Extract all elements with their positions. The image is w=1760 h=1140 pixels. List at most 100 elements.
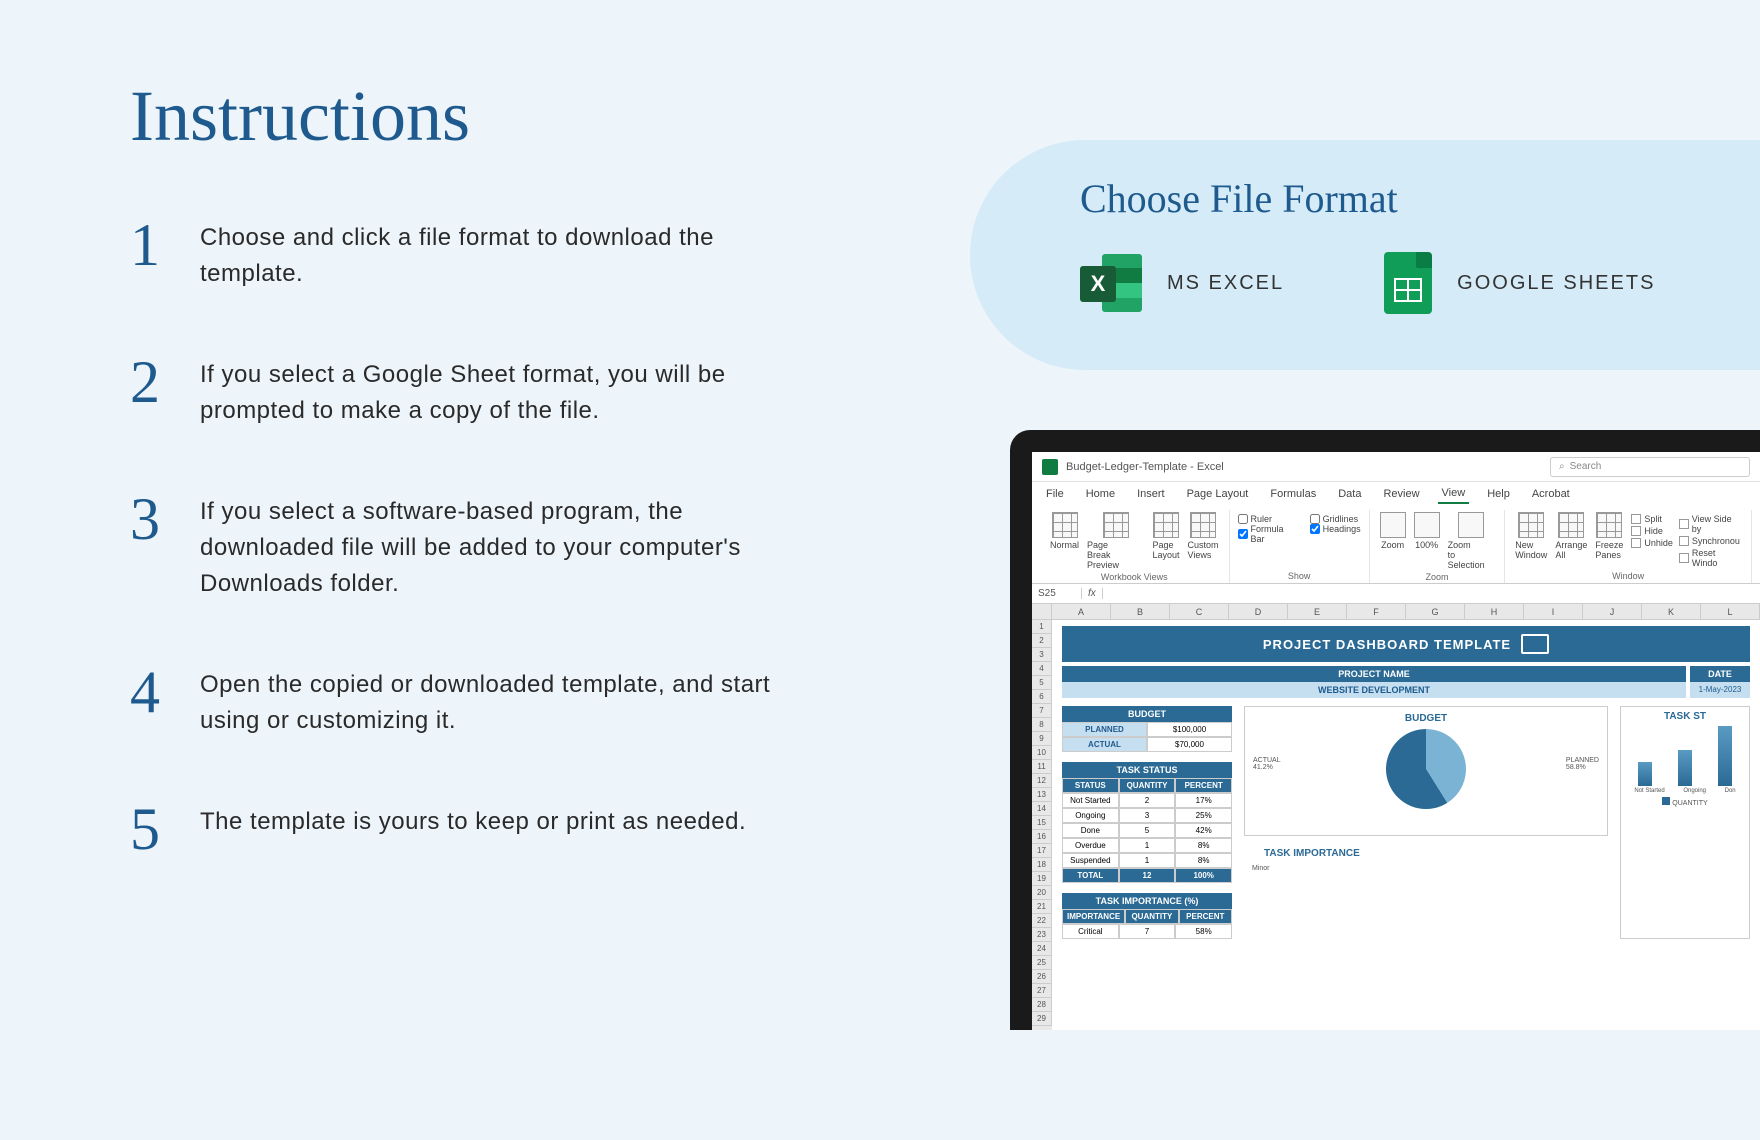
row-number[interactable]: 22: [1032, 914, 1052, 928]
ribbon-btn-freeze-panes[interactable]: FreezePanes: [1593, 510, 1625, 568]
search-box[interactable]: ⌕ Search: [1550, 457, 1750, 477]
row-number[interactable]: 15: [1032, 816, 1052, 830]
row-number[interactable]: 25: [1032, 956, 1052, 970]
row-number[interactable]: 20: [1032, 886, 1052, 900]
col-header[interactable]: B: [1111, 604, 1170, 620]
row-number[interactable]: 27: [1032, 984, 1052, 998]
menu-formulas[interactable]: Formulas: [1266, 485, 1320, 503]
row-number[interactable]: 12: [1032, 774, 1052, 788]
menu-help[interactable]: Help: [1483, 485, 1514, 503]
window-side[interactable]: Reset Windo: [1679, 548, 1743, 568]
menu-acrobat[interactable]: Acrobat: [1528, 485, 1574, 503]
format-option-excel[interactable]: X MS EXCEL: [1080, 252, 1284, 314]
window-extra-unhide[interactable]: Unhide: [1631, 538, 1673, 548]
col-header[interactable]: L: [1701, 604, 1760, 620]
check-formula-bar[interactable]: Formula Bar: [1238, 524, 1300, 544]
col-header[interactable]: I: [1524, 604, 1583, 620]
row-number[interactable]: 7: [1032, 704, 1052, 718]
row-number[interactable]: 6: [1032, 690, 1052, 704]
col-header[interactable]: F: [1347, 604, 1406, 620]
window-extra-split[interactable]: Split: [1631, 514, 1673, 524]
row-number[interactable]: 8: [1032, 718, 1052, 732]
col-header[interactable]: K: [1642, 604, 1701, 620]
row-number[interactable]: 18: [1032, 858, 1052, 872]
instruction-item: 1 Choose and click a file format to down…: [130, 220, 810, 292]
ribbon-group-window: NewWindowArrangeAllFreezePanes Split Hid…: [1505, 510, 1752, 583]
formula-bar: S25 fx: [1032, 584, 1760, 604]
window-side[interactable]: Synchronou: [1679, 536, 1743, 546]
ribbon-btn-page-layout[interactable]: PageLayout: [1150, 510, 1181, 572]
menu-page-layout[interactable]: Page Layout: [1183, 485, 1253, 503]
row-number[interactable]: 2: [1032, 634, 1052, 648]
grid-icon: [1190, 512, 1216, 538]
check-headings[interactable]: Headings: [1310, 524, 1361, 534]
col-header[interactable]: C: [1170, 604, 1229, 620]
date-header: DATE: [1690, 666, 1750, 682]
col-header[interactable]: A: [1052, 604, 1111, 620]
page-title: Instructions: [130, 75, 470, 158]
row-number[interactable]: 1: [1032, 620, 1052, 634]
budget-table: BUDGET PLANNED$100,000ACTUAL$70,000: [1062, 706, 1232, 752]
row-number[interactable]: 4: [1032, 662, 1052, 676]
row-number[interactable]: 3: [1032, 648, 1052, 662]
row-number[interactable]: 9: [1032, 732, 1052, 746]
ribbon-label-window: Window: [1612, 571, 1644, 583]
row-number[interactable]: 16: [1032, 830, 1052, 844]
row-number[interactable]: 17: [1032, 844, 1052, 858]
task-importance-chart-title: TASK IMPORTANCE: [1244, 848, 1608, 859]
project-name-value: WEBSITE DEVELOPMENT: [1062, 682, 1686, 698]
check-ruler[interactable]: Ruler: [1238, 514, 1300, 524]
cell-reference[interactable]: S25: [1032, 588, 1082, 599]
row-number[interactable]: 10: [1032, 746, 1052, 760]
check-gridlines[interactable]: Gridlines: [1310, 514, 1361, 524]
row-number[interactable]: 24: [1032, 942, 1052, 956]
file-format-panel: Choose File Format X MS EXCEL GOOGLE SHE…: [970, 140, 1760, 370]
format-label-sheets: GOOGLE SHEETS: [1457, 272, 1655, 295]
col-header[interactable]: H: [1465, 604, 1524, 620]
table-row: Done542%: [1062, 823, 1232, 838]
window-side[interactable]: View Side by: [1679, 514, 1743, 534]
row-number[interactable]: 11: [1032, 760, 1052, 774]
row-number[interactable]: 26: [1032, 970, 1052, 984]
menu-view[interactable]: View: [1438, 484, 1470, 504]
col-header[interactable]: E: [1288, 604, 1347, 620]
instruction-item: 5 The template is yours to keep or print…: [130, 804, 810, 859]
ribbon-btn-normal[interactable]: Normal: [1048, 510, 1081, 572]
ribbon-btn-new-window[interactable]: NewWindow: [1513, 510, 1549, 568]
row-number[interactable]: 21: [1032, 900, 1052, 914]
format-option-sheets[interactable]: GOOGLE SHEETS: [1384, 252, 1655, 314]
row-number[interactable]: 23: [1032, 928, 1052, 942]
menu-review[interactable]: Review: [1379, 485, 1423, 503]
table-row: ACTUAL$70,000: [1062, 737, 1232, 752]
row-number[interactable]: 29: [1032, 1012, 1052, 1026]
ribbon-btn-zoom[interactable]: Zoom: [1378, 510, 1408, 572]
bars: [1625, 726, 1745, 786]
format-options: X MS EXCEL GOOGLE SHEETS: [1080, 252, 1710, 314]
ribbon-btn-zoom-to-selection[interactable]: Zoomto Selection: [1446, 510, 1497, 572]
menu-home[interactable]: Home: [1082, 485, 1119, 503]
instruction-text: The template is yours to keep or print a…: [200, 804, 746, 840]
task-importance-table: TASK IMPORTANCE (%) IMPORTANCEQUANTITYPE…: [1062, 893, 1232, 939]
table-row: Critical758%: [1062, 924, 1232, 939]
row-number[interactable]: 5: [1032, 676, 1052, 690]
col-header[interactable]: D: [1229, 604, 1288, 620]
row-number[interactable]: 13: [1032, 788, 1052, 802]
window-extra-hide[interactable]: Hide: [1631, 526, 1673, 536]
laptop-frame: Budget-Ledger-Template - Excel ⌕ Search …: [1010, 430, 1760, 1030]
ribbon-btn-100-[interactable]: 100%: [1412, 510, 1442, 572]
col-header[interactable]: J: [1583, 604, 1642, 620]
col-header[interactable]: G: [1406, 604, 1465, 620]
ribbon-btn-page-break-preview[interactable]: PageBreak Preview: [1085, 510, 1146, 572]
ribbon-btn-custom-views[interactable]: CustomViews: [1186, 510, 1221, 572]
task-importance-bar-label: Minor: [1244, 865, 1608, 872]
menu-file[interactable]: File: [1042, 485, 1068, 503]
excel-ribbon: NormalPageBreak PreviewPageLayoutCustomV…: [1032, 506, 1760, 584]
menu-data[interactable]: Data: [1334, 485, 1365, 503]
ribbon-btn-arrange-all[interactable]: ArrangeAll: [1553, 510, 1589, 568]
row-number[interactable]: 19: [1032, 872, 1052, 886]
row-number[interactable]: 14: [1032, 802, 1052, 816]
row-number[interactable]: 28: [1032, 998, 1052, 1012]
task-status-table: TASK STATUS STATUSQUANTITYPERCENTNot Sta…: [1062, 762, 1232, 883]
table-row: Not Started217%: [1062, 793, 1232, 808]
menu-insert[interactable]: Insert: [1133, 485, 1169, 503]
